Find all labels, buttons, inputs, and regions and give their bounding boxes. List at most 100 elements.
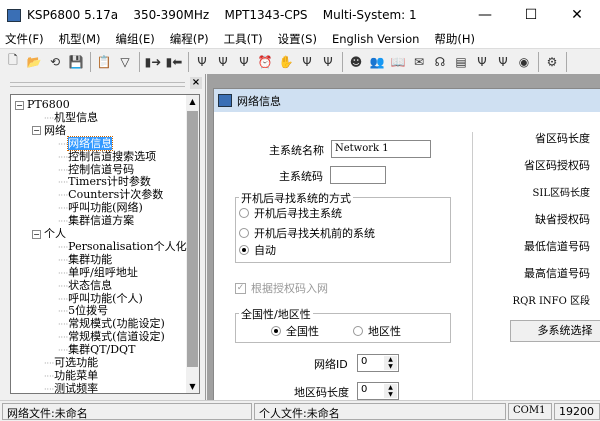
mail-icon[interactable]: ✉ xyxy=(411,53,427,71)
person-icon[interactable]: ☻ xyxy=(348,53,364,71)
spin-arrows-icon[interactable]: ▲ ▼ xyxy=(384,384,397,398)
collapse-icon[interactable]: − xyxy=(32,229,41,239)
menu-item[interactable]: 工具(T) xyxy=(224,31,263,47)
collapse-icon[interactable]: − xyxy=(32,126,41,136)
minimize-button[interactable]: — xyxy=(462,0,508,30)
antenna-signal-icon[interactable]: Ψ xyxy=(299,53,315,71)
tree-item[interactable]: ····控制信道搜索选项 xyxy=(58,150,156,163)
tree-connector: ···· xyxy=(44,359,55,368)
radio-search-last[interactable]: 开机后寻找关机前的系统 xyxy=(239,225,375,241)
alarm-clock-icon[interactable]: ⏰ xyxy=(257,53,273,71)
tree-item-label: 集群功能 xyxy=(68,252,113,266)
clipboard-icon[interactable]: 📋 xyxy=(96,53,112,71)
tree-item[interactable]: ····集群QT/DQT xyxy=(58,343,135,356)
tree-item[interactable]: ····单呼/组呼地址 xyxy=(58,266,138,279)
scroll-down-icon[interactable]: ▼ xyxy=(186,382,199,391)
pane-grip[interactable] xyxy=(10,82,185,87)
open-icon[interactable]: 📂 xyxy=(26,53,42,71)
radio-icon xyxy=(353,326,363,336)
tree-item[interactable]: ····功能菜单 xyxy=(44,369,98,382)
radio-label: 地区性 xyxy=(368,325,401,338)
tree-item-label: 控制信道搜索选项 xyxy=(68,149,157,163)
tree-connector: ···· xyxy=(58,307,69,317)
radio-icon xyxy=(271,326,281,336)
area-code-length-spinner[interactable]: 0 ▲ ▼ xyxy=(357,382,399,400)
spin-arrows-icon[interactable]: ▲ ▼ xyxy=(384,356,397,370)
read-icon[interactable]: ⟲ xyxy=(47,53,63,71)
wrench-icon[interactable]: Ψ xyxy=(474,53,490,71)
pane-close-button[interactable]: × xyxy=(190,77,202,89)
scroll-thumb[interactable] xyxy=(187,111,198,367)
maximize-button[interactable]: ☐ xyxy=(508,0,554,30)
tree-item[interactable]: ····Timers计时参数 xyxy=(58,175,151,188)
tree-item[interactable]: − 个人 xyxy=(32,227,66,240)
tree-item[interactable]: − PT6800 xyxy=(15,98,70,111)
radio-search-auto[interactable]: 自动 xyxy=(239,242,276,258)
tree-connector: ···· xyxy=(44,113,55,123)
radio-icon xyxy=(239,208,249,218)
wrench-bars-icon[interactable]: Ψ xyxy=(495,53,511,71)
auth-checkbox[interactable]: ✓ 根据授权码入网 xyxy=(235,280,328,296)
gears-icon[interactable]: ⚙ xyxy=(544,53,560,71)
menu-item[interactable]: English Version xyxy=(332,32,419,46)
main-system-code-input[interactable] xyxy=(330,166,386,184)
radio-label: 开机后寻找主系统 xyxy=(254,207,342,220)
network-id-spinner[interactable]: 0 ▲ ▼ xyxy=(357,354,399,372)
tree-item-label: 网络信息 xyxy=(67,135,114,151)
tree-item[interactable]: ····可选功能 xyxy=(44,356,98,369)
tree-item[interactable]: ····常规模式(信道设定) xyxy=(58,330,165,343)
tree-item[interactable]: ····机型信息 xyxy=(44,111,98,124)
radio-search-main[interactable]: 开机后寻找主系统 xyxy=(239,205,342,221)
tree-item[interactable]: ····网络信息 xyxy=(58,135,114,151)
tree-item[interactable]: ····集群功能 xyxy=(58,253,112,266)
users-icon[interactable]: 👥 xyxy=(369,53,385,71)
tree-item[interactable]: ····控制信道号码 xyxy=(58,163,134,176)
new-icon[interactable]: 🗋 xyxy=(5,53,21,71)
radio-regional[interactable]: 地区性 xyxy=(353,323,401,339)
tree-connector: ···· xyxy=(58,281,69,291)
menu-item[interactable]: 机型(M) xyxy=(59,31,101,47)
tree-item[interactable]: ····常规模式(功能设定) xyxy=(58,317,165,330)
radio-write-icon[interactable]: ▮⬅ xyxy=(166,53,183,71)
menu-item[interactable]: 文件(F) xyxy=(5,31,44,47)
app-icon xyxy=(7,8,21,22)
antenna-bars-icon[interactable]: Ψ xyxy=(320,53,336,71)
antenna-h-icon[interactable]: Ψ xyxy=(215,53,231,71)
toolbar-separator xyxy=(566,51,567,72)
voice-icon[interactable]: ☊ xyxy=(432,53,448,71)
tree-scrollbar[interactable]: ▲ ▼ xyxy=(186,95,199,393)
title-bar: KSP6800 5.17a 350-390MHz MPT1343-CPS Mul… xyxy=(0,0,600,30)
tree-item[interactable]: ····5位拨号 xyxy=(58,304,108,317)
scroll-up-icon[interactable]: ▲ xyxy=(186,97,199,106)
tree-item[interactable]: ····呼叫功能(个人) xyxy=(58,292,143,305)
tree-item[interactable]: − 网络 xyxy=(32,124,66,137)
close-button[interactable]: ✕ xyxy=(554,0,600,30)
hand-icon[interactable]: ✋ xyxy=(278,53,294,71)
book-icon[interactable]: 📖 xyxy=(390,53,406,71)
radio-national[interactable]: 全国性 xyxy=(271,323,319,339)
sound-icon[interactable]: ◉ xyxy=(516,53,532,71)
tree-item[interactable]: ····Counters计次参数 xyxy=(58,188,163,201)
antenna-ch-icon[interactable]: Ψ xyxy=(236,53,252,71)
main-system-name-input[interactable]: Network 1 xyxy=(331,140,431,158)
tree-item[interactable]: ····测试频率 xyxy=(44,382,98,395)
radio-label: 开机后寻找关机前的系统 xyxy=(254,227,375,240)
tree-item[interactable]: ····状态信息 xyxy=(58,279,112,292)
menu-item[interactable]: 编组(E) xyxy=(116,31,155,47)
tree-item[interactable]: ····集群信道方案 xyxy=(58,214,134,227)
filter-icon[interactable]: ▽ xyxy=(117,53,133,71)
menu-item[interactable]: 帮助(H) xyxy=(434,31,475,47)
menu-item[interactable]: 设置(S) xyxy=(278,31,317,47)
tree-item[interactable]: ····Personalisation个人化 xyxy=(58,240,187,253)
toolbar-separator xyxy=(139,51,140,72)
multi-system-button[interactable]: 多系统选择 xyxy=(510,320,600,342)
tree-item[interactable]: ····呼叫功能(网络) xyxy=(58,201,143,214)
menu-item[interactable]: 编程(P) xyxy=(170,31,209,47)
tree-connector: ···· xyxy=(58,165,69,175)
chart-icon[interactable]: ▤ xyxy=(453,53,469,71)
collapse-icon[interactable]: − xyxy=(15,100,24,110)
save-icon[interactable]: 💾 xyxy=(68,53,84,71)
antenna-icon[interactable]: Ψ xyxy=(194,53,210,71)
radio-read-icon[interactable]: ▮➜ xyxy=(145,53,162,71)
tree-item-label: 集群QT/DQT xyxy=(68,343,136,357)
